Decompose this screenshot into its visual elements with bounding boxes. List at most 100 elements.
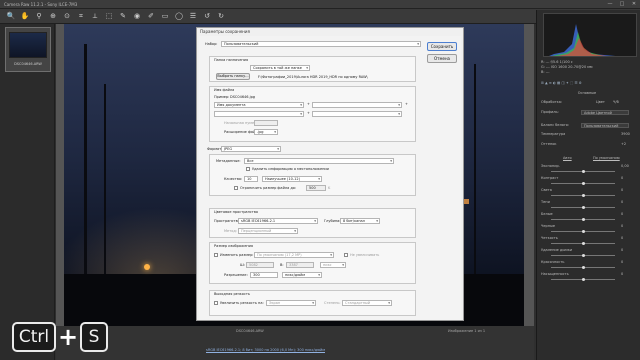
slider-value[interactable]: 0 — [621, 272, 623, 276]
wb-select[interactable]: Пользовательский — [581, 123, 629, 128]
intent-select[interactable]: Перцепционный — [238, 228, 298, 234]
color-option[interactable]: Цвет — [596, 100, 605, 104]
save-button[interactable]: Сохранить — [427, 42, 457, 51]
adjustment-brush-icon[interactable]: ✐ — [146, 11, 156, 21]
preset-select[interactable]: Пользовательский — [221, 41, 421, 47]
slider-row: Четкость 0 — [541, 236, 637, 240]
quality-select[interactable]: Наилучшее (10-12) — [262, 176, 322, 182]
amount-select[interactable]: Стандартный — [342, 300, 392, 306]
slider-thumb[interactable] — [581, 242, 585, 245]
remove-location-checkbox[interactable] — [246, 167, 250, 171]
name-field-2[interactable] — [312, 102, 402, 108]
window-title: Camera Raw 11.2.1 - Sony ILCE-7M3 — [4, 2, 78, 7]
slider-value[interactable]: 0 — [621, 224, 623, 228]
profile-select[interactable]: Adobe Цветной — [581, 110, 629, 115]
dialog-body: Набор: Пользовательский Сохранить Отмена… — [199, 36, 461, 320]
graduated-filter-icon[interactable]: ▭ — [160, 11, 170, 21]
slider-track[interactable] — [551, 218, 615, 221]
slider-thumb[interactable] — [581, 266, 585, 269]
sharpen-checkbox[interactable] — [214, 301, 218, 305]
limit-size-checkbox[interactable] — [234, 186, 238, 190]
begin-number-input[interactable] — [254, 120, 278, 126]
slider-track[interactable] — [551, 278, 615, 281]
slider-track[interactable] — [551, 266, 615, 269]
slider-value[interactable]: 0 — [621, 260, 623, 264]
temp-value[interactable]: 3900 — [621, 132, 630, 136]
name-field-1[interactable]: Имя документа — [214, 102, 304, 108]
crop-icon[interactable]: ⌗ — [76, 11, 86, 21]
depth-select[interactable]: 8 бит/канал — [340, 218, 380, 224]
slider-thumb[interactable] — [581, 278, 585, 281]
extension-select[interactable]: .jpg — [254, 129, 278, 135]
target-adjust-icon[interactable]: ⊙ — [62, 11, 72, 21]
maximize-button[interactable]: □ — [616, 0, 628, 9]
default-link[interactable]: По умолчанию — [593, 156, 620, 160]
slider-thumb[interactable] — [581, 254, 585, 257]
slider-thumb[interactable] — [581, 194, 585, 197]
radial-filter-icon[interactable]: ◯ — [174, 11, 184, 21]
slider-value[interactable]: 0,00 — [621, 164, 629, 168]
height-input[interactable]: 3387 — [286, 262, 314, 268]
slider-thumb[interactable] — [581, 170, 585, 173]
slider-track[interactable] — [551, 182, 615, 185]
limit-size-input[interactable]: 500 — [306, 185, 326, 191]
slider-value[interactable]: 0 — [621, 188, 623, 192]
slider-value[interactable]: 0 — [621, 200, 623, 204]
slider-value[interactable]: 0 — [621, 248, 623, 252]
straighten-icon[interactable]: ⟂ — [90, 11, 100, 21]
quality-input[interactable]: 10 — [244, 176, 258, 182]
choose-folder-button[interactable]: Выбрать папку... — [216, 73, 250, 80]
white-balance-icon[interactable]: ⚲ — [34, 11, 44, 21]
slider-thumb[interactable] — [581, 182, 585, 185]
resolution-input[interactable]: 300 — [250, 272, 278, 278]
auto-link[interactable]: Авто — [563, 156, 572, 160]
slider-thumb[interactable] — [581, 230, 585, 233]
preset-label: Набор: — [205, 42, 218, 46]
slider-track[interactable] — [551, 206, 615, 209]
filmstrip-thumbnail[interactable]: DSC04646.ARW — [5, 27, 51, 72]
close-window-button[interactable]: ✕ — [628, 0, 640, 9]
resize-select[interactable]: По умолчанию (17,2 МР) — [254, 252, 334, 258]
cancel-button[interactable]: Отмена — [427, 54, 457, 63]
red-eye-icon[interactable]: ◉ — [132, 11, 142, 21]
workflow-options-link[interactable]: sRGB IEC61966-2.1; 8 бит; 3000 на 2000 (… — [206, 348, 325, 352]
transform-icon[interactable]: ⬚ — [104, 11, 114, 21]
slider-row: Белые 0 — [541, 212, 637, 216]
destination-select[interactable]: Сохранить в той же папке — [250, 65, 310, 71]
slider-track[interactable] — [551, 170, 615, 173]
space-label: Пространство: — [214, 219, 241, 223]
hand-icon[interactable]: ✋ — [20, 11, 30, 21]
name-field-3[interactable] — [214, 111, 304, 117]
zoom-icon[interactable]: 🔍 — [6, 11, 16, 21]
panel-tabs[interactable]: ⊞ ▲ ≡ ◐ ▦ ◫ ✦ ⬚ ☰ ⚙ — [541, 81, 637, 85]
minimize-button[interactable]: — — [604, 0, 616, 9]
space-select[interactable]: sRGB IEC61966-2.1 — [238, 218, 318, 224]
bw-option[interactable]: Ч/б — [613, 100, 619, 104]
slider-track[interactable] — [551, 254, 615, 257]
metadata-select[interactable]: Все — [244, 158, 394, 164]
sharpen-select[interactable]: Экран — [266, 300, 316, 306]
slider-track[interactable] — [551, 194, 615, 197]
resize-checkbox[interactable] — [214, 253, 218, 257]
slider-track[interactable] — [551, 230, 615, 233]
format-select[interactable]: JPEG — [221, 146, 281, 152]
slider-track[interactable] — [551, 242, 615, 245]
color-sampler-icon[interactable]: ⊕ — [48, 11, 58, 21]
slider-thumb[interactable] — [581, 218, 585, 221]
slider-value[interactable]: 0 — [621, 236, 623, 240]
tint-row: Оттенок +2 — [541, 142, 637, 146]
preferences-icon[interactable]: ☰ — [188, 11, 198, 21]
width-input[interactable]: 5082 — [246, 262, 274, 268]
size-unit-select[interactable]: пикс — [320, 262, 346, 268]
rotate-left-icon[interactable]: ↺ — [202, 11, 212, 21]
name-field-4[interactable] — [312, 111, 402, 117]
rotate-right-icon[interactable]: ↻ — [216, 11, 226, 21]
slider-thumb[interactable] — [581, 206, 585, 209]
tint-value[interactable]: +2 — [621, 142, 626, 146]
slider-value[interactable]: 0 — [621, 212, 623, 216]
slider-row: Света 0 — [541, 188, 637, 192]
slider-value[interactable]: 0 — [621, 176, 623, 180]
spot-removal-icon[interactable]: ✎ — [118, 11, 128, 21]
no-enlarge-checkbox[interactable] — [344, 253, 348, 257]
resolution-unit-select[interactable]: пикс/дюйм — [282, 272, 322, 278]
